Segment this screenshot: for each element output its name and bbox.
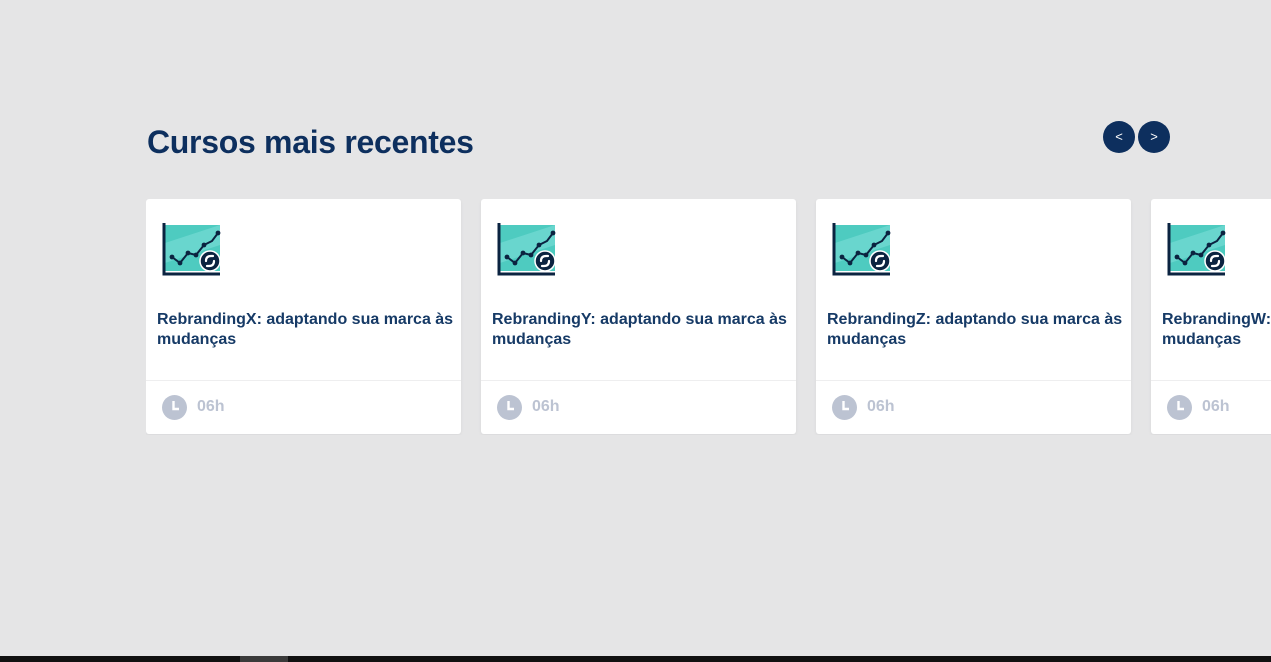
clock-icon (832, 394, 857, 420)
course-title: RebrandingZ: adaptando sua marca às muda… (827, 311, 1123, 348)
card-divider (1151, 380, 1271, 381)
clock-icon (497, 394, 522, 420)
bottom-bar (0, 656, 1271, 662)
section-title: Cursos mais recentes (147, 124, 474, 160)
page: Cursos mais recentes < > RebrandingX: ad… (0, 0, 1271, 662)
course-meta: 06h (162, 394, 225, 420)
bottom-bar-segment (240, 656, 288, 662)
carousel-prev-button[interactable]: < (1103, 121, 1135, 153)
course-title: RebrandingX: adaptando sua marca às muda… (157, 311, 454, 348)
card-divider (816, 380, 1131, 381)
chart-python-icon (497, 223, 556, 276)
course-meta: 06h (1167, 394, 1230, 420)
course-duration: 06h (197, 398, 225, 415)
course-title: RebrandingY: adaptando sua marca às muda… (492, 311, 787, 348)
course-card[interactable]: RebrandingX: adaptando sua marca às muda… (146, 199, 461, 434)
course-card[interactable]: RebrandingZ: adaptando sua marca às muda… (816, 199, 1131, 434)
carousel-next-button[interactable]: > (1138, 121, 1170, 153)
course-title: RebrandingW: adaptando sua marca às muda… (1162, 311, 1271, 348)
course-meta: 06h (497, 394, 560, 420)
course-duration: 06h (867, 398, 895, 415)
course-meta: 06h (832, 394, 895, 420)
card-divider (481, 380, 796, 381)
course-duration: 06h (532, 398, 560, 415)
chart-python-icon (832, 223, 891, 276)
clock-icon (162, 394, 187, 420)
course-card[interactable]: RebrandingY: adaptando sua marca às muda… (481, 199, 796, 434)
course-duration: 06h (1202, 398, 1230, 415)
chart-python-icon (1167, 223, 1226, 276)
course-carousel: RebrandingX: adaptando sua marca às muda… (146, 199, 1271, 435)
card-divider (146, 380, 461, 381)
clock-icon (1167, 394, 1192, 420)
course-card[interactable]: RebrandingW: adaptando sua marca às muda… (1151, 199, 1271, 434)
chart-python-icon (162, 223, 221, 276)
